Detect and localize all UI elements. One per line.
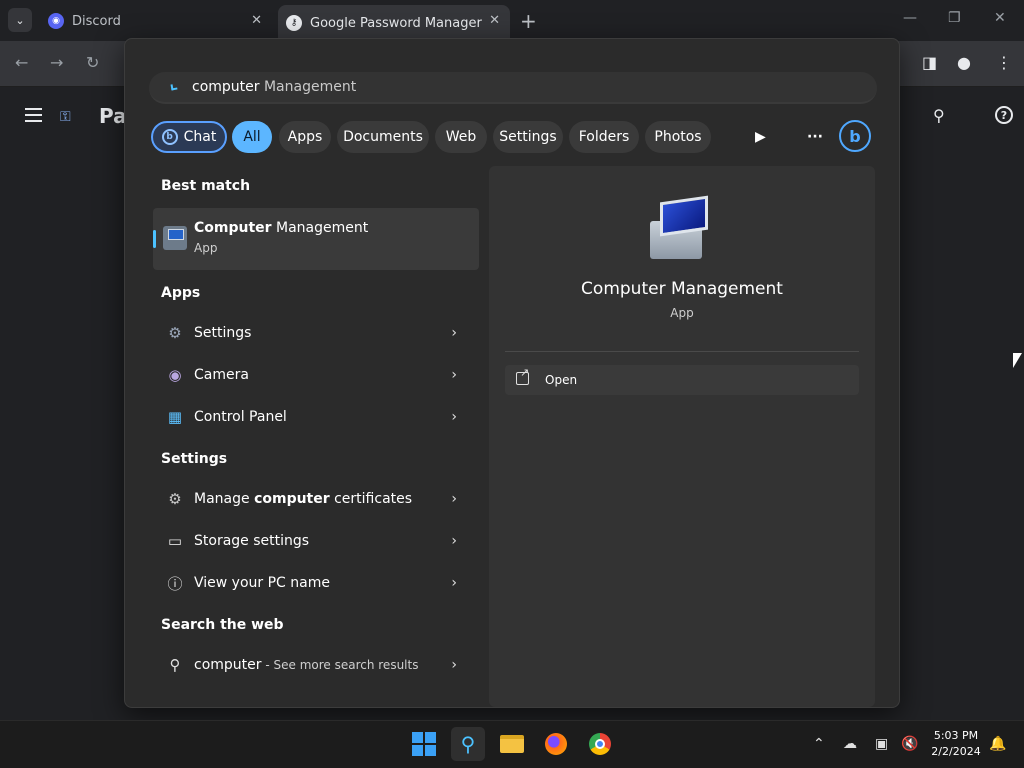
tab-google-password-manager[interactable]: ⚷ Google Password Manager ✕: [278, 5, 510, 41]
list-item-manage-certificates[interactable]: ⚙ Manage computer certificates ›: [153, 479, 479, 519]
profile-icon[interactable]: ●: [957, 53, 971, 72]
list-item-view-pc-name[interactable]: ⓘ View your PC name ›: [153, 563, 479, 603]
section-settings: Settings: [161, 451, 228, 467]
notification-bell-icon[interactable]: 🔔: [989, 736, 1006, 752]
list-item-settings[interactable]: ⚙ Settings ›: [153, 313, 479, 353]
network-icon[interactable]: ▣: [875, 736, 888, 752]
chevron-right-icon: ›: [451, 575, 457, 591]
control-panel-icon: ▦: [167, 408, 183, 426]
chevron-right-icon: ›: [451, 367, 457, 383]
help-icon[interactable]: ?: [995, 106, 1013, 124]
onedrive-icon[interactable]: ☁: [843, 736, 857, 752]
chip-documents[interactable]: Documents: [337, 121, 429, 153]
camera-icon: ◉: [168, 366, 182, 384]
computer-management-large-icon: [650, 195, 708, 261]
hamburger-menu-icon[interactable]: [25, 108, 42, 122]
chevron-right-icon: ›: [451, 325, 457, 341]
desktop: ⌄ ◉ Discord ✕ ⚷ Google Password Manager …: [0, 0, 1024, 768]
section-apps: Apps: [161, 285, 201, 301]
list-item-control-panel[interactable]: ▦ Control Panel ›: [153, 397, 479, 437]
chevron-right-icon: ›: [451, 657, 457, 673]
chip-folders[interactable]: Folders: [569, 121, 639, 153]
section-best-match: Best match: [161, 178, 251, 194]
chevron-right-icon: ›: [451, 491, 457, 507]
forward-icon[interactable]: →: [50, 53, 63, 72]
discord-icon: ◉: [48, 13, 64, 29]
password-manager-icon: ⚷: [286, 15, 302, 31]
list-item-storage-settings[interactable]: ▭ Storage settings ›: [153, 521, 479, 561]
section-search-web: Search the web: [161, 617, 284, 633]
chip-web[interactable]: Web: [435, 121, 487, 153]
search-flyout: computer Management b Chat All Apps Docum…: [124, 38, 900, 708]
preview-subtitle: App: [670, 306, 694, 320]
best-match-item[interactable]: Computer Management App: [153, 208, 479, 270]
tab-title: Discord: [72, 13, 121, 29]
more-icon[interactable]: ···: [807, 129, 823, 145]
gear-icon: ⚙: [168, 324, 182, 342]
search-icon[interactable]: ⚲: [933, 106, 945, 125]
page-title: Pa: [99, 104, 127, 128]
list-item-camera[interactable]: ◉ Camera ›: [153, 355, 479, 395]
computer-management-icon: [163, 226, 187, 250]
preview-title: Computer Management: [581, 279, 783, 299]
search-query: computer Management: [192, 79, 357, 95]
preview-pane: Computer Management App Open: [489, 166, 875, 707]
search-taskbar-icon[interactable]: ⚲: [451, 727, 485, 761]
system-clock[interactable]: 5:03 PM 2/2/2024: [928, 728, 984, 760]
chip-all[interactable]: All: [232, 121, 272, 153]
tab-title: Google Password Manager: [310, 15, 482, 31]
volume-muted-icon[interactable]: 🔇: [901, 736, 918, 752]
minimize-icon[interactable]: —: [903, 10, 917, 26]
search-icon: ⚲: [169, 656, 181, 674]
search-input[interactable]: computer Management: [149, 72, 877, 104]
info-icon: ⓘ: [167, 574, 183, 593]
open-button[interactable]: Open: [505, 365, 859, 395]
key-icon: ⚿: [60, 109, 71, 125]
start-button[interactable]: [407, 727, 441, 761]
open-external-icon: [516, 366, 529, 385]
chevron-right-icon: ›: [451, 533, 457, 549]
close-tab-icon[interactable]: ✕: [251, 13, 262, 28]
new-tab-button[interactable]: +: [520, 9, 537, 33]
more-menu-icon[interactable]: ⋮: [996, 53, 1012, 72]
restore-icon[interactable]: ❐: [948, 10, 961, 26]
chip-apps[interactable]: Apps: [279, 121, 331, 153]
best-match-type: App: [194, 241, 218, 255]
search-caret-icon: [170, 83, 178, 91]
bing-icon[interactable]: b: [839, 120, 871, 152]
play-icon[interactable]: ▶: [755, 129, 766, 145]
chevron-right-icon: ›: [451, 409, 457, 425]
back-icon[interactable]: ←: [15, 53, 28, 72]
divider: [505, 351, 859, 352]
side-panel-icon[interactable]: ◨: [922, 53, 937, 72]
file-explorer-icon[interactable]: [495, 727, 529, 761]
tab-search-icon[interactable]: ⌄: [8, 8, 32, 32]
browser-tab-bar: ⌄ ◉ Discord ✕ ⚷ Google Password Manager …: [0, 0, 1024, 41]
chip-photos[interactable]: Photos: [645, 121, 711, 153]
close-window-icon[interactable]: ✕: [994, 10, 1006, 26]
chip-settings[interactable]: Settings: [493, 121, 563, 153]
certificate-icon: ⚙: [168, 490, 182, 508]
chrome-icon[interactable]: [583, 727, 617, 761]
storage-icon: ▭: [167, 532, 183, 550]
firefox-icon[interactable]: [539, 727, 573, 761]
list-item-web-search[interactable]: ⚲ computer - See more search results ›: [153, 645, 479, 685]
selection-indicator: [153, 230, 156, 248]
close-tab-icon[interactable]: ✕: [489, 13, 500, 28]
mouse-cursor-icon: [1013, 353, 1022, 368]
chevron-up-icon[interactable]: ⌃: [813, 736, 825, 752]
reload-icon[interactable]: ↻: [86, 53, 99, 72]
windows-logo-icon: [412, 732, 436, 756]
bing-chat-icon: b: [161, 129, 178, 145]
tab-discord[interactable]: ◉ Discord ✕: [38, 5, 272, 37]
chip-chat[interactable]: b Chat: [151, 121, 227, 153]
